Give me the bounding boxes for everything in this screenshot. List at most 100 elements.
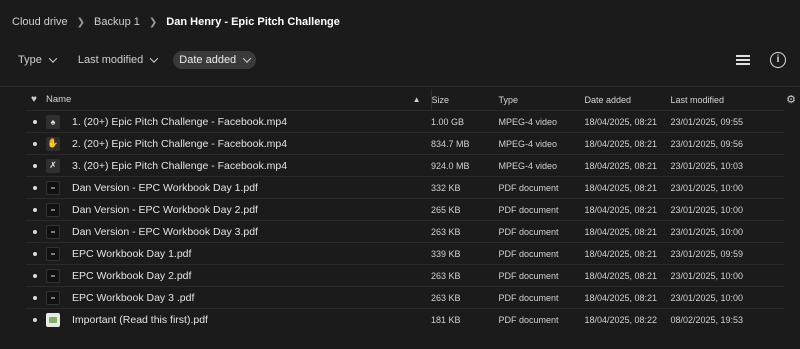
file-type: PDF document xyxy=(498,242,585,265)
video-thumbnail-icon: ♠ xyxy=(46,114,60,129)
file-name[interactable]: Dan Version - EPC Workbook Day 2.pdf xyxy=(72,198,431,221)
name-header-label: Name xyxy=(46,94,72,105)
file-name[interactable]: EPC Workbook Day 3 .pdf xyxy=(72,286,431,309)
breadcrumb-backup-1[interactable]: Backup 1 xyxy=(94,16,140,28)
thumbnail-cell: ✋ xyxy=(46,132,72,155)
file-type: MPEG-4 video xyxy=(498,110,585,133)
file-last-modified: 23/01/2025, 10:00 xyxy=(670,264,784,287)
pdf-thumbnail-icon xyxy=(46,224,60,239)
file-type: MPEG-4 video xyxy=(498,132,585,155)
file-type: PDF document xyxy=(498,220,585,243)
bullet-icon xyxy=(33,229,37,234)
file-size: 332 KB xyxy=(431,176,499,199)
file-name[interactable]: Important (Read this first).pdf xyxy=(72,308,431,330)
chevron-down-icon xyxy=(48,54,58,63)
thumbnail-cell: ♠ xyxy=(46,110,72,133)
file-last-modified: 23/01/2025, 10:00 xyxy=(670,198,784,221)
table-row[interactable]: ♠ 1. (20+) Epic Pitch Challenge - Faceboo… xyxy=(26,110,784,133)
file-size: 263 KB xyxy=(431,264,499,287)
row-marker xyxy=(26,308,46,330)
breadcrumb-cloud-drive[interactable]: Cloud drive xyxy=(12,16,68,28)
file-date-added: 18/04/2025, 08:21 xyxy=(584,286,671,309)
type-filter[interactable]: Type xyxy=(12,51,62,69)
last-modified-filter-label: Last modified xyxy=(77,54,144,66)
row-marker xyxy=(26,110,46,133)
last-modified-column-header[interactable]: Last modified xyxy=(671,89,785,111)
row-marker xyxy=(26,242,46,265)
bullet-icon xyxy=(33,295,37,300)
chevron-right-icon: ❯ xyxy=(76,16,86,28)
sort-ascending-icon: ▲ xyxy=(412,95,421,104)
table-row[interactable]: Dan Version - EPC Workbook Day 3.pdf 263 … xyxy=(26,220,784,243)
type-column-header[interactable]: Type xyxy=(499,89,585,111)
file-size: 181 KB xyxy=(431,308,499,330)
file-size: 924.0 MB xyxy=(431,154,499,177)
chevron-down-icon xyxy=(242,54,252,63)
file-date-added: 18/04/2025, 08:21 xyxy=(584,264,671,287)
video-thumbnail-icon: ✋ xyxy=(46,136,60,151)
row-marker xyxy=(26,220,46,243)
date-added-filter[interactable]: Date added xyxy=(173,51,257,69)
file-type: MPEG-4 video xyxy=(498,154,585,177)
bullet-icon xyxy=(33,207,37,212)
table-row[interactable]: Important (Read this first).pdf 181 KB PDF… xyxy=(26,308,784,330)
row-marker xyxy=(26,132,46,155)
header-divider xyxy=(0,86,800,87)
info-icon[interactable]: i xyxy=(770,52,786,68)
file-name[interactable]: EPC Workbook Day 1.pdf xyxy=(72,242,431,265)
bullet-icon xyxy=(33,141,37,146)
view-controls: i xyxy=(736,52,786,68)
file-size: 1.00 GB xyxy=(431,110,499,133)
favourite-column-header[interactable]: ♥ xyxy=(26,89,46,111)
file-date-added: 18/04/2025, 08:21 xyxy=(584,176,671,199)
thumbnail-cell xyxy=(46,198,72,221)
document-thumbnail-icon xyxy=(46,312,60,327)
table-row[interactable]: EPC Workbook Day 3 .pdf 263 KB PDF documen… xyxy=(26,286,784,309)
pdf-thumbnail-icon xyxy=(46,290,60,305)
file-name[interactable]: Dan Version - EPC Workbook Day 1.pdf xyxy=(72,176,431,199)
file-last-modified: 23/01/2025, 09:59 xyxy=(670,242,784,265)
file-name[interactable]: 1. (20+) Epic Pitch Challenge - Facebook… xyxy=(72,110,431,133)
file-type: PDF document xyxy=(498,308,585,330)
table-header-row: ♥ Name ▲ Size Type Date added Last modif… xyxy=(26,89,784,111)
file-name[interactable]: Dan Version - EPC Workbook Day 3.pdf xyxy=(72,220,431,243)
name-column-header[interactable]: Name ▲ xyxy=(46,89,432,111)
table-row[interactable]: Dan Version - EPC Workbook Day 2.pdf 265 … xyxy=(26,198,784,221)
thumbnail-cell: ✗ xyxy=(46,154,72,177)
table-row[interactable]: Dan Version - EPC Workbook Day 1.pdf 332 … xyxy=(26,176,784,199)
file-date-added: 18/04/2025, 08:21 xyxy=(584,242,671,265)
file-date-added: 18/04/2025, 08:21 xyxy=(584,132,671,155)
file-name[interactable]: EPC Workbook Day 2.pdf xyxy=(72,264,431,287)
file-size: 339 KB xyxy=(431,242,499,265)
thumbnail-cell xyxy=(46,308,72,330)
pdf-thumbnail-icon xyxy=(46,268,60,283)
gear-icon[interactable]: ⚙ xyxy=(786,93,796,106)
row-marker xyxy=(26,198,46,221)
bullet-icon xyxy=(33,185,37,190)
size-column-header[interactable]: Size xyxy=(431,89,499,111)
file-size: 263 KB xyxy=(431,220,499,243)
table-row[interactable]: ✋ 2. (20+) Epic Pitch Challenge - Faceboo… xyxy=(26,132,784,155)
file-name[interactable]: 3. (20+) Epic Pitch Challenge - Facebook… xyxy=(72,154,431,177)
file-last-modified: 23/01/2025, 10:00 xyxy=(670,220,784,243)
date-added-column-header[interactable]: Date added xyxy=(585,89,671,111)
row-marker xyxy=(26,154,46,177)
table-row[interactable]: ✗ 3. (20+) Epic Pitch Challenge - Faceboo… xyxy=(26,154,784,177)
breadcrumb: Cloud drive ❯ Backup 1 ❯ Dan Henry - Epi… xyxy=(12,14,340,30)
thumbnail-cell xyxy=(46,286,72,309)
file-name[interactable]: 2. (20+) Epic Pitch Challenge - Facebook… xyxy=(72,132,431,155)
thumbnail-cell xyxy=(46,176,72,199)
table-row[interactable]: EPC Workbook Day 2.pdf 263 KB PDF document… xyxy=(26,264,784,287)
thumbnail-cell xyxy=(46,220,72,243)
row-marker xyxy=(26,264,46,287)
bullet-icon xyxy=(33,163,37,168)
table-row[interactable]: EPC Workbook Day 1.pdf 339 KB PDF document… xyxy=(26,242,784,265)
last-modified-filter[interactable]: Last modified xyxy=(72,51,163,69)
file-date-added: 18/04/2025, 08:22 xyxy=(584,308,671,330)
row-marker xyxy=(26,176,46,199)
list-view-icon[interactable] xyxy=(736,54,750,66)
file-size: 263 KB xyxy=(431,286,499,309)
file-type: PDF document xyxy=(498,198,585,221)
row-marker xyxy=(26,286,46,309)
file-last-modified: 23/01/2025, 09:56 xyxy=(670,132,784,155)
